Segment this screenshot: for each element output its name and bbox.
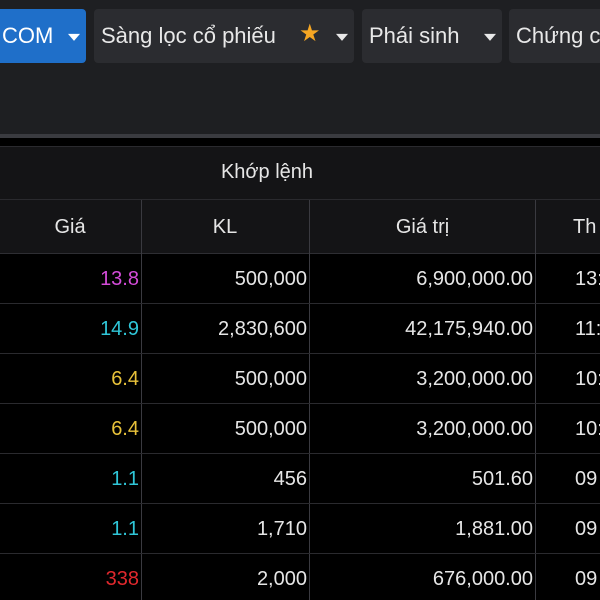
value-cell: 42,175,940.00 [405,318,533,340]
column-header-price[interactable]: Giá [20,216,120,239]
nav-tab-com[interactable]: COM [0,9,86,63]
time-cell: 09 [575,518,598,540]
nav-tab-label: Phái sinh [369,23,460,48]
column-header-time[interactable]: Th [573,216,596,239]
app-window: COM Sàng lọc cổ phiếu ★ Phái sinh Chứng … [0,0,600,600]
table-row[interactable]: 1.1 1,710 1,881.00 09 [0,504,600,554]
price-cell: 14.9 [100,318,139,340]
top-nav-bar: COM Sàng lọc cổ phiếu ★ Phái sinh Chứng … [0,0,600,70]
nav-tab-label: COM [2,23,54,48]
price-cell: 6.4 [111,418,139,440]
value-cell: 3,200,000.00 [416,368,533,390]
nav-tab-derivatives[interactable]: Phái sinh [362,9,502,63]
value-cell: 1,881.00 [455,518,533,540]
table-row[interactable]: 1.1 456 501.60 09 [0,454,600,504]
price-cell: 13.8 [100,268,139,290]
volume-cell: 500,000 [234,418,307,440]
chevron-down-icon[interactable] [68,33,80,41]
price-cell: 338 [105,568,139,590]
table-row[interactable]: 13.8 500,000 6,900,000.00 13: [0,254,600,304]
table-row[interactable]: 14.9 2,830,600 42,175,940.00 11: [0,304,600,354]
group-title: Khớp lệnh [220,161,314,183]
time-cell: 09 [575,468,598,490]
table-row[interactable]: 6.4 500,000 3,200,000.00 10: [0,354,600,404]
nav-tab-stock-screener[interactable]: Sàng lọc cổ phiếu ★ [94,9,354,63]
price-cell: 1.1 [111,468,139,490]
volume-cell: 2,000 [256,568,307,590]
divider [0,134,600,138]
nav-tab-label: Chứng c [516,23,600,48]
star-icon[interactable]: ★ [299,22,321,46]
table-row[interactable]: 338 2,000 676,000.00 09 [0,554,600,600]
chevron-down-icon[interactable] [484,33,496,41]
column-header-volume[interactable]: KL [150,216,300,239]
table-row[interactable]: 6.4 500,000 3,200,000.00 10: [0,404,600,454]
volume-cell: 500,000 [234,268,307,290]
volume-cell: 2,830,600 [218,318,307,340]
nav-tab-securities[interactable]: Chứng c [509,9,600,63]
time-cell: 09 [575,568,598,590]
time-cell: 10: [575,368,600,390]
time-cell: 10: [575,418,600,440]
column-header-value[interactable]: Giá trị [320,216,525,239]
value-cell: 3,200,000.00 [416,418,533,440]
value-cell: 676,000.00 [432,568,533,590]
volume-cell: 456 [273,468,307,490]
matched-orders-group-header: Khớp lệnh [0,146,600,200]
column-header-row: Giá KL Giá trị Th [0,200,600,254]
time-cell: 13: [575,268,600,290]
price-cell: 6.4 [111,368,139,390]
value-cell: 501.60 [471,468,533,490]
nav-tab-label: Sàng lọc cổ phiếu [101,23,276,48]
volume-cell: 500,000 [234,368,307,390]
time-cell: 11: [575,318,600,340]
value-cell: 6,900,000.00 [416,268,533,290]
toolbar-area [0,70,600,134]
volume-cell: 1,710 [256,518,307,540]
price-cell: 1.1 [111,518,139,540]
chevron-down-icon[interactable] [336,33,348,41]
